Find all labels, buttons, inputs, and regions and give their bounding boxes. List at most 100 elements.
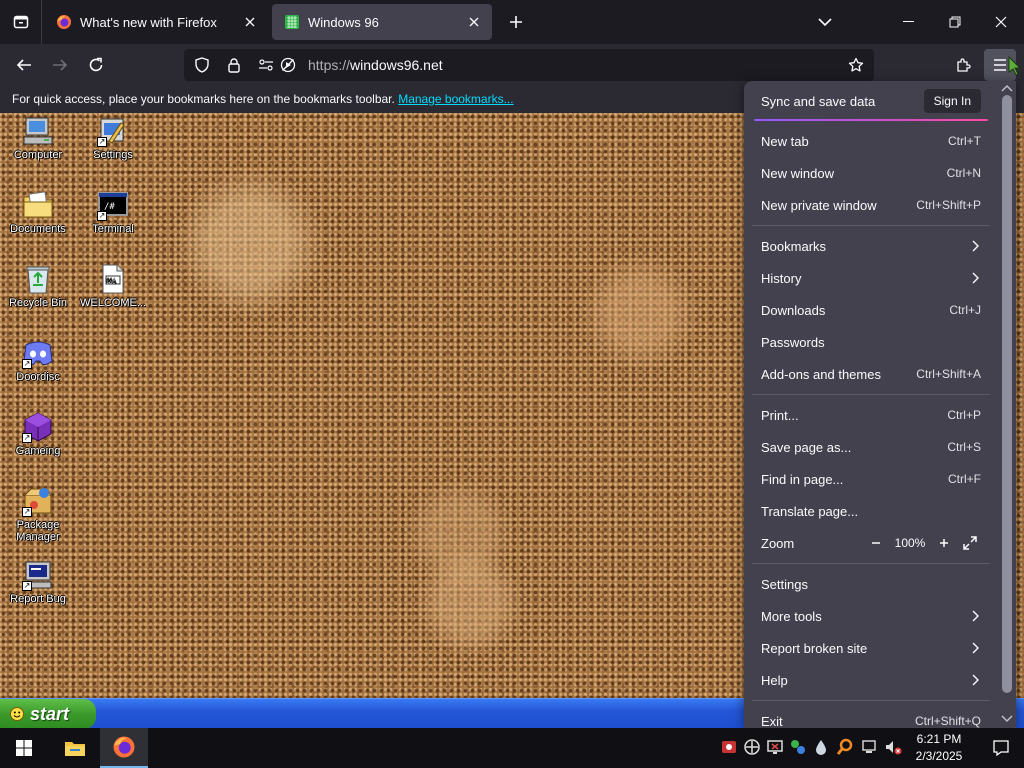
- desktop-icon-documents[interactable]: Documents: [1, 189, 75, 235]
- menu-item-settings[interactable]: Settings: [744, 568, 998, 600]
- network-icon[interactable]: [860, 738, 878, 756]
- menu-item-exit[interactable]: Exit Ctrl+Shift+Q: [744, 705, 998, 729]
- desktop-icon-package-manager[interactable]: ↗ Package Manager: [1, 485, 75, 543]
- menu-item-bookmarks[interactable]: Bookmarks: [744, 230, 998, 262]
- tab-whats-new[interactable]: What's new with Firefox: [44, 4, 268, 40]
- menu-item-report-broken-site[interactable]: Report broken site: [744, 632, 998, 664]
- desktop-icon-recycle-bin[interactable]: Recycle Bin: [1, 263, 75, 309]
- menu-item-print[interactable]: Print... Ctrl+P: [744, 399, 998, 431]
- back-button[interactable]: [8, 49, 40, 81]
- taskbar-clock[interactable]: 6:21 PM 2/3/2025: [906, 731, 972, 765]
- shortcut-arrow-icon: ↗: [97, 211, 107, 221]
- desktop-icon-settings[interactable]: ↗ Settings: [76, 115, 150, 161]
- menu-separator: [752, 394, 990, 395]
- url-bar[interactable]: https://windows96.net: [184, 49, 874, 81]
- zoom-in-button[interactable]: [933, 532, 955, 554]
- tray-drop-icon[interactable]: [812, 738, 830, 756]
- chevron-right-icon: [972, 240, 979, 252]
- menu-item-translate-page[interactable]: Translate page...: [744, 495, 998, 527]
- chevron-right-icon: [972, 272, 979, 284]
- menu-item-label: Save page as...: [761, 439, 852, 455]
- tray-app-icon[interactable]: [743, 738, 761, 756]
- shortcut-arrow-icon: ↗: [22, 433, 32, 443]
- autoplay-blocked-button[interactable]: [274, 51, 302, 79]
- chevron-right-icon: [972, 610, 979, 622]
- desktop-icon-terminal[interactable]: /# ↗ Terminal: [76, 189, 150, 235]
- folder-icon: [65, 742, 85, 756]
- terminal-icon: /# ↗: [97, 189, 129, 221]
- site-info-button[interactable]: [220, 51, 248, 79]
- shield-icon: [195, 57, 209, 73]
- desktop-icon-label: Gameing: [15, 445, 61, 457]
- firefox-view-button[interactable]: [0, 0, 42, 44]
- menu-item-history[interactable]: History: [744, 262, 998, 294]
- file-explorer-taskbar-button[interactable]: [51, 728, 99, 768]
- list-all-tabs-button[interactable]: [802, 0, 848, 44]
- app-menu-list: Sync and save data Sign In New tab Ctrl+T…: [744, 81, 998, 728]
- zoom-reset-button[interactable]: 100%: [893, 536, 927, 550]
- desktop-icon-computer[interactable]: Computer: [1, 115, 75, 161]
- menu-item-label: Print...: [761, 407, 799, 423]
- extensions-button[interactable]: [948, 49, 980, 81]
- zoom-out-button[interactable]: [865, 532, 887, 554]
- menu-item-more-tools[interactable]: More tools: [744, 600, 998, 632]
- desktop-icon-welcome[interactable]: M↓ WELCOME...: [76, 263, 150, 309]
- menu-item-new-private-window[interactable]: New private window Ctrl+Shift+P: [744, 189, 998, 221]
- scroll-down-icon[interactable]: [1001, 714, 1013, 724]
- start-label: start: [30, 703, 70, 724]
- menu-item-downloads[interactable]: Downloads Ctrl+J: [744, 294, 998, 326]
- menu-item-label: More tools: [761, 608, 822, 624]
- menu-item-find-in-page[interactable]: Find in page... Ctrl+F: [744, 463, 998, 495]
- zoom-controls: 100%: [865, 532, 981, 554]
- action-center-button[interactable]: [978, 728, 1024, 768]
- bookmark-star-button[interactable]: [842, 51, 870, 79]
- manage-bookmarks-link[interactable]: Manage bookmarks...: [398, 92, 513, 106]
- menu-item-passwords[interactable]: Passwords: [744, 326, 998, 358]
- menu-item-new-tab[interactable]: New tab Ctrl+T: [744, 125, 998, 157]
- minimize-icon: [903, 21, 914, 22]
- tray-app-network-icon[interactable]: [789, 738, 807, 756]
- shortcut-arrow-icon: ↗: [22, 359, 32, 369]
- desktop-icon-gameing[interactable]: ↗ Gameing: [1, 411, 75, 457]
- tab-close-button[interactable]: [238, 10, 262, 34]
- windows-logo-icon: [16, 740, 32, 756]
- sign-in-button[interactable]: Sign In: [923, 89, 981, 113]
- menu-item-new-window[interactable]: New window Ctrl+N: [744, 157, 998, 189]
- menu-item-label: Report broken site: [761, 640, 868, 656]
- scroll-up-icon[interactable]: [1001, 83, 1013, 93]
- menu-item-label: New tab: [761, 133, 809, 149]
- menu-item-label: Add-ons and themes: [761, 366, 881, 382]
- star-icon: [848, 57, 864, 72]
- desktop-icon-doordisc[interactable]: ↗ Doordisc: [1, 337, 75, 383]
- windows-start-button[interactable]: [0, 728, 48, 768]
- windows96-start-button[interactable]: start: [0, 699, 96, 728]
- forward-button[interactable]: [44, 49, 76, 81]
- menu-item-addons-and-themes[interactable]: Add-ons and themes Ctrl+Shift+A: [744, 358, 998, 390]
- tracking-protection-button[interactable]: [188, 51, 216, 79]
- tab-windows96[interactable]: Windows 96: [272, 4, 492, 40]
- tray-app-red-icon[interactable]: [720, 738, 738, 756]
- url-text: https://windows96.net: [308, 57, 443, 73]
- report-bug-icon: ↗: [22, 559, 54, 591]
- restore-button[interactable]: [932, 0, 978, 44]
- reload-button[interactable]: [80, 49, 112, 81]
- menu-separator: [752, 700, 990, 701]
- minimize-button[interactable]: [886, 0, 932, 44]
- close-window-button[interactable]: [978, 0, 1024, 44]
- desktop-icon-report-bug[interactable]: ↗ Report Bug: [1, 559, 75, 605]
- close-icon: [995, 16, 1007, 28]
- firefox-taskbar-button[interactable]: [100, 728, 148, 768]
- fullscreen-button[interactable]: [959, 532, 981, 554]
- menu-scrollbar-thumb[interactable]: [1002, 95, 1012, 693]
- menu-item-help[interactable]: Help: [744, 664, 998, 696]
- volume-muted-icon[interactable]: [884, 738, 902, 756]
- tray-search-app-icon[interactable]: [836, 738, 854, 756]
- new-tab-button[interactable]: [502, 8, 530, 36]
- tray-app-monitor-icon[interactable]: [766, 738, 784, 756]
- computer-icon: [22, 115, 54, 147]
- menu-item-save-page-as[interactable]: Save page as... Ctrl+S: [744, 431, 998, 463]
- menu-scrollbar[interactable]: [998, 81, 1016, 728]
- tab-close-button[interactable]: [462, 10, 486, 34]
- documents-folder-icon: [22, 189, 54, 221]
- clock-time: 6:21 PM: [916, 732, 962, 746]
